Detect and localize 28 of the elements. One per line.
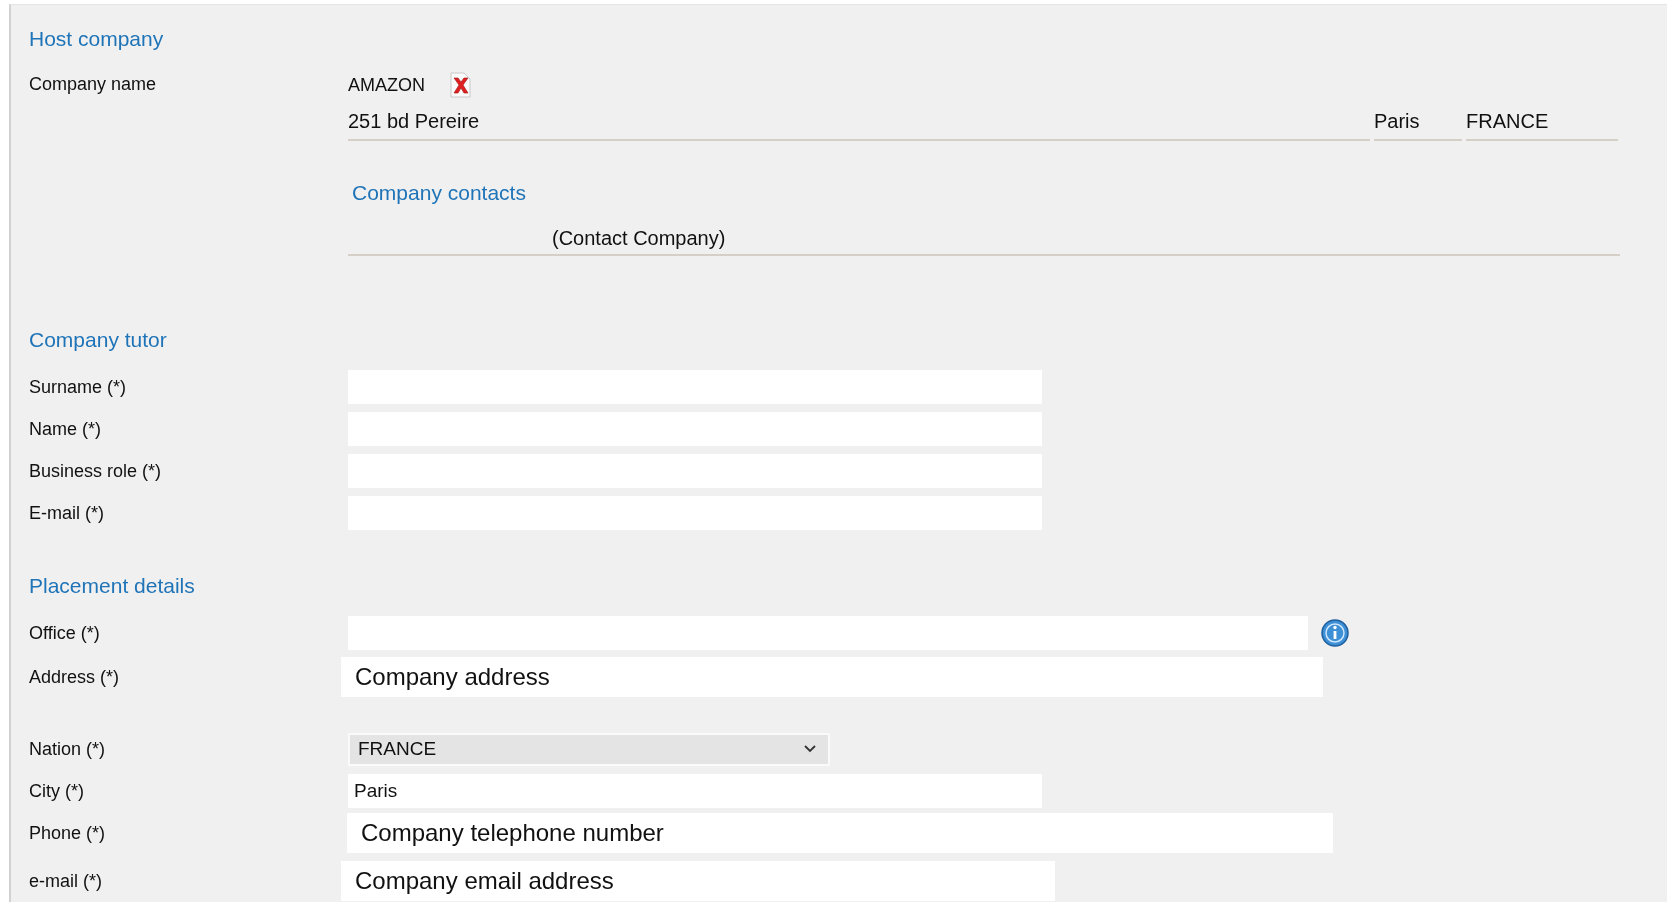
company-name: AMAZON [348, 74, 425, 96]
section-heading: Host company [29, 27, 165, 52]
field-label: City (*) [29, 780, 85, 802]
chevron-icon [804, 745, 816, 753]
text-field[interactable]: Company email address [341, 861, 1055, 901]
dropdown[interactable]: FRANCE [348, 732, 830, 766]
company-country: FRANCE [1466, 109, 1618, 141]
field-label: Business role (*) [29, 460, 163, 482]
field-label: Company name [29, 73, 158, 95]
delete-icon[interactable] [447, 72, 473, 98]
text-field[interactable]: Paris [348, 774, 1042, 808]
company-city: Paris [1374, 109, 1462, 141]
company-address: 251 bd Pereire [348, 109, 1370, 141]
field-label: Address (*) [29, 666, 121, 688]
text-field[interactable]: Company address [341, 657, 1323, 697]
field-label: e-mail (*) [29, 870, 103, 892]
field-label: Name (*) [29, 418, 102, 440]
field-label: Surname (*) [29, 376, 128, 398]
field-label: Office (*) [29, 622, 101, 644]
section-heading: Placement details [29, 574, 196, 599]
text-field[interactable]: Company telephone number [347, 813, 1333, 853]
section-heading: Company tutor [29, 328, 168, 353]
field-label: Nation (*) [29, 738, 107, 760]
section-heading: Company contacts [352, 181, 527, 205]
field-label: Phone (*) [29, 822, 107, 844]
info-icon[interactable] [1320, 618, 1350, 648]
contact-row: (Contact Company) [348, 227, 1620, 256]
field-label: E-mail (*) [29, 502, 105, 524]
